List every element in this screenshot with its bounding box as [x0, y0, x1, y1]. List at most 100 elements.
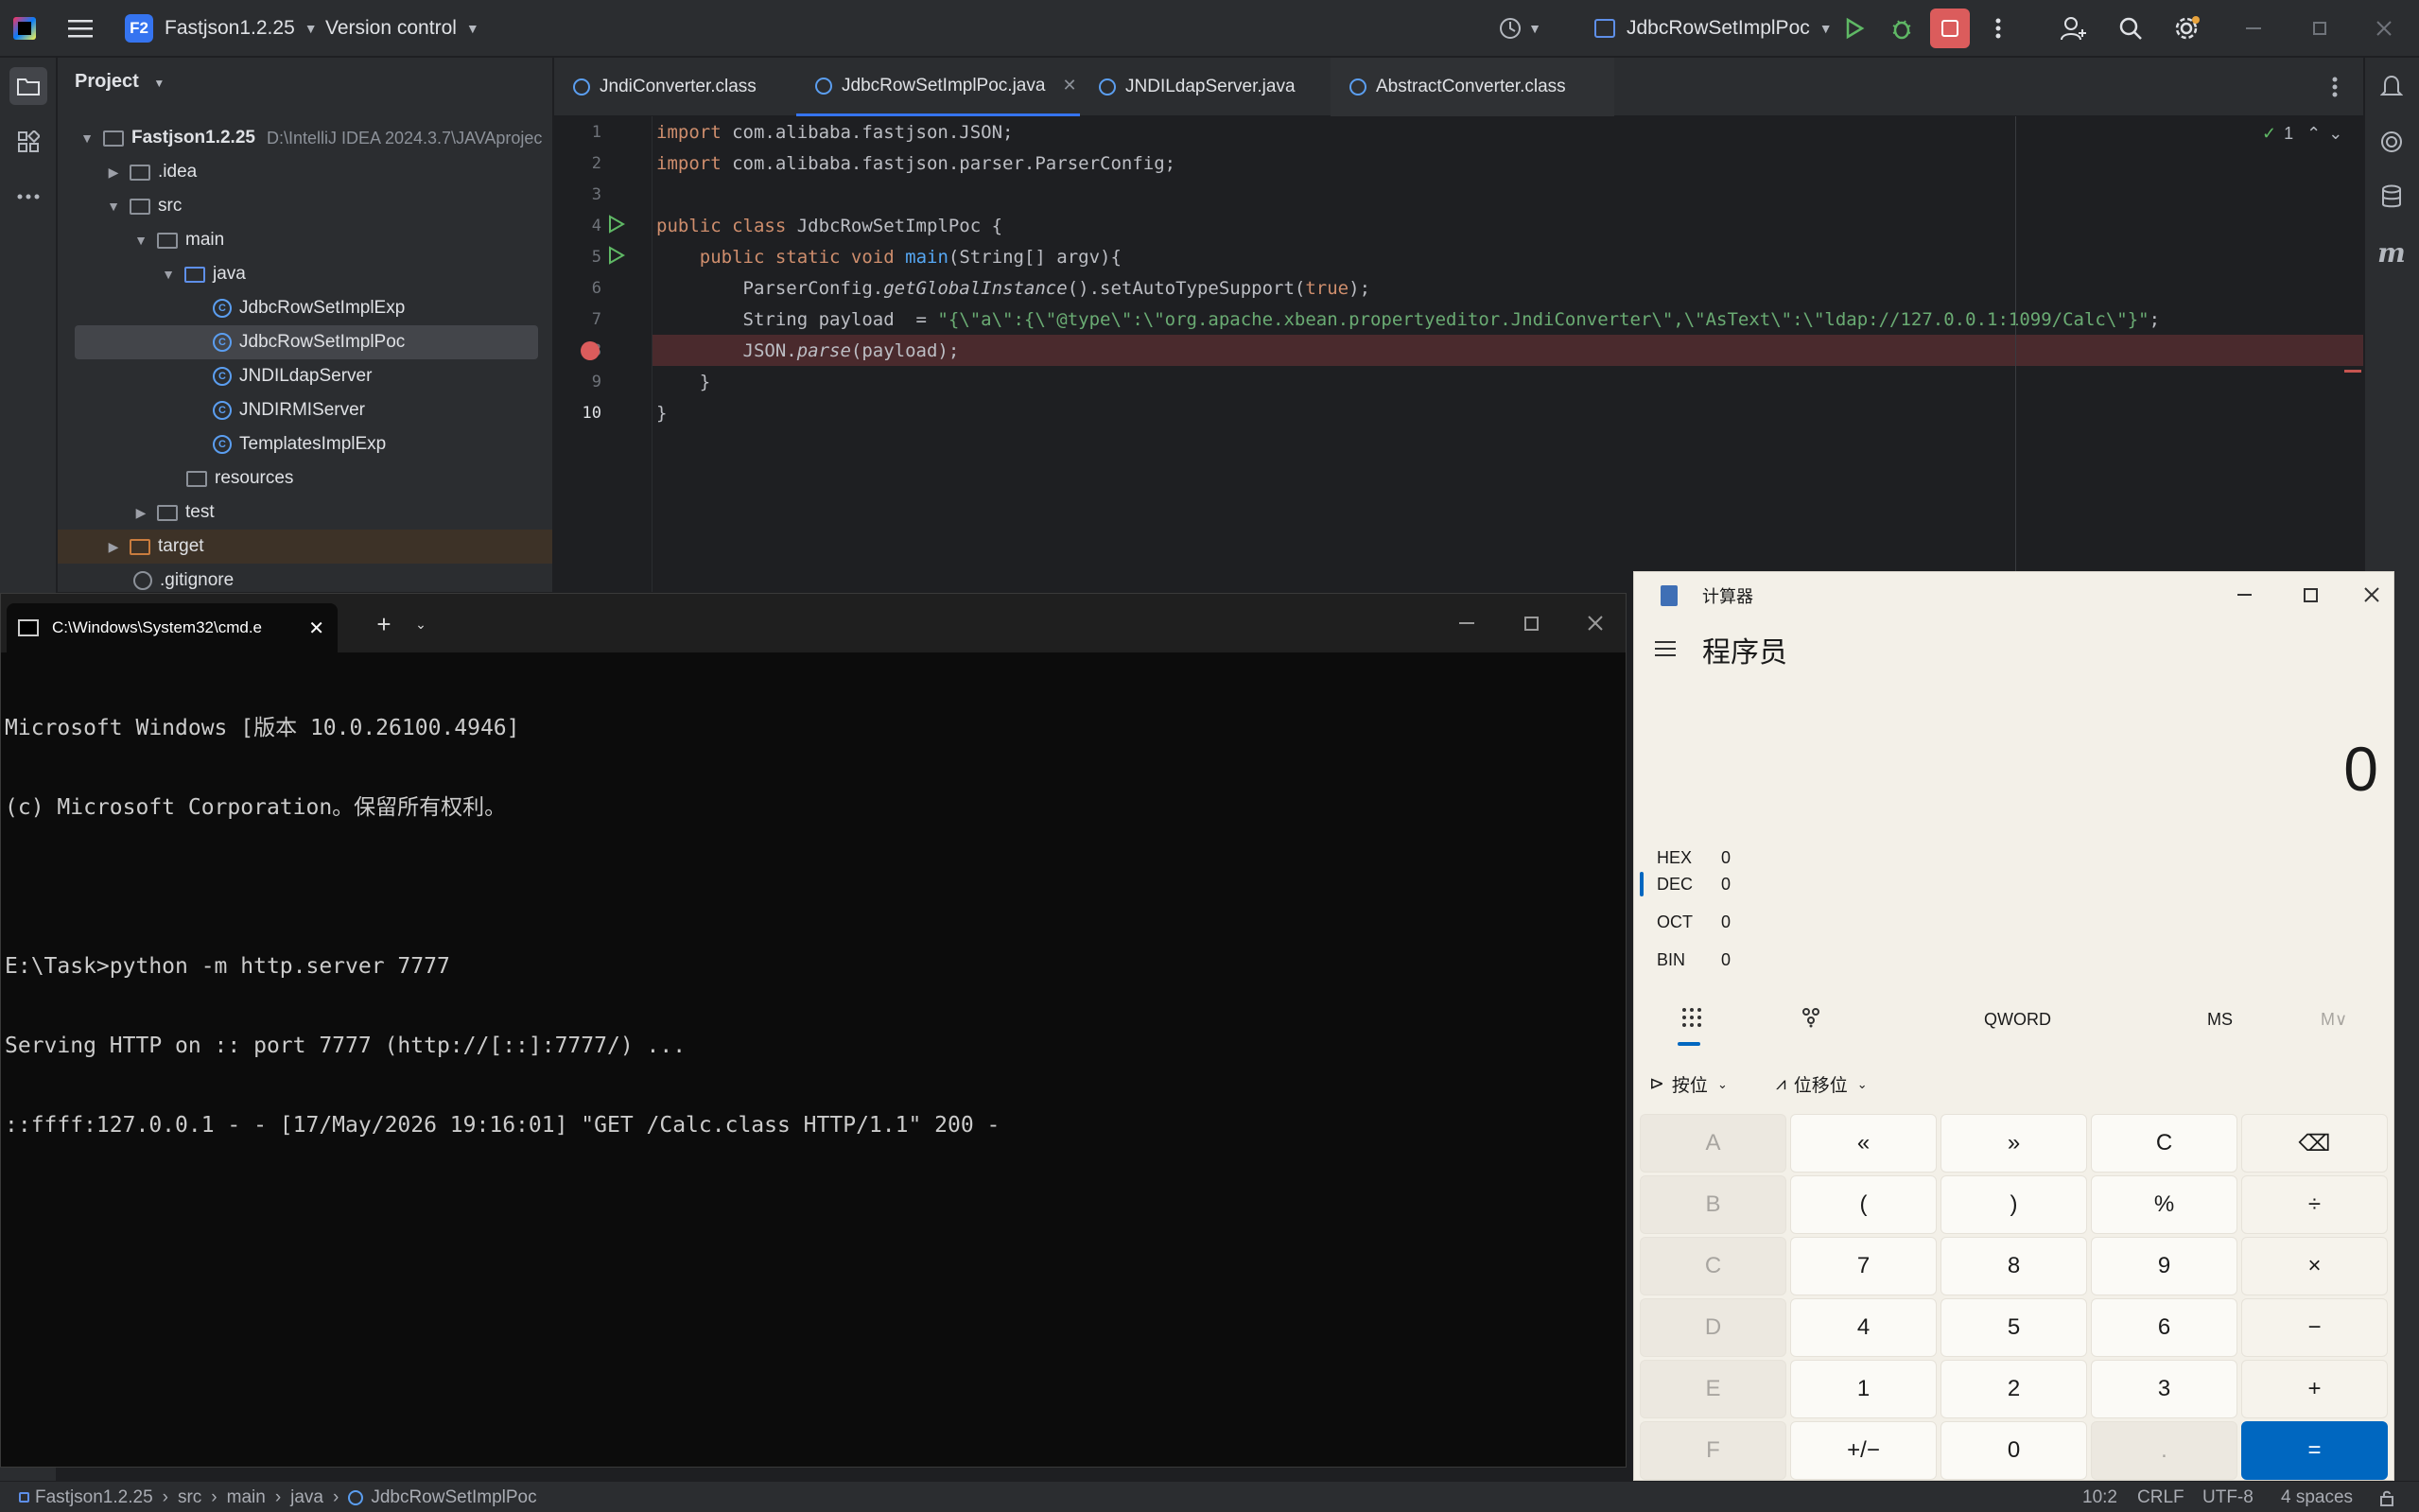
tree-item-src[interactable]: ▼ src: [103, 189, 182, 223]
tree-item-class[interactable]: C JdbcRowSetImplExp: [213, 291, 405, 325]
run-icon[interactable]: [1830, 0, 1877, 57]
full-keypad-icon[interactable]: [1681, 1007, 1702, 1034]
key-hex-b[interactable]: B: [1640, 1175, 1786, 1234]
key-add[interactable]: +: [2241, 1360, 2388, 1418]
key-divide[interactable]: ÷: [2241, 1175, 2388, 1234]
maximize-window-icon[interactable]: [2287, 578, 2334, 612]
key-4[interactable]: 4: [1790, 1298, 1937, 1357]
key-hex-f[interactable]: F: [1640, 1421, 1786, 1480]
more-actions-icon[interactable]: [1975, 0, 2022, 57]
key-hex-c[interactable]: C: [1640, 1237, 1786, 1295]
new-tab-plus-icon[interactable]: +: [365, 605, 403, 643]
caret-position[interactable]: 10:2: [2082, 1482, 2117, 1512]
terminal-output[interactable]: Microsoft Windows [版本 10.0.26100.4946] (…: [5, 662, 1000, 1191]
debug-icon[interactable]: [1878, 0, 1925, 57]
minimize-window-icon[interactable]: [2230, 0, 2277, 57]
lock-icon[interactable]: [2379, 1482, 2394, 1512]
key-1[interactable]: 1: [1790, 1360, 1937, 1418]
maximize-window-icon[interactable]: [1512, 594, 1550, 652]
tree-item-main[interactable]: ▼ main: [131, 223, 224, 257]
tabs-more-icon[interactable]: [2316, 58, 2354, 116]
key-backspace[interactable]: ⌫: [2241, 1114, 2388, 1173]
key-percent[interactable]: %: [2091, 1175, 2237, 1234]
code-editor[interactable]: 1 2 3 4 5 6 7 8 9 10 import com.alibaba.…: [554, 116, 2363, 592]
restore-window-icon[interactable]: [2296, 0, 2343, 57]
tree-item-resources[interactable]: resources: [186, 461, 293, 495]
breadcrumb-item[interactable]: Fastjson1.2.25: [35, 1487, 153, 1508]
key-decimal[interactable]: .: [2091, 1421, 2237, 1480]
inspection-widget[interactable]: ✓ 1 ⌃ ⌄: [2262, 124, 2342, 144]
project-tool-folder-icon[interactable]: [9, 67, 47, 105]
key-close-paren[interactable]: ): [1940, 1175, 2087, 1234]
key-8[interactable]: 8: [1940, 1237, 2087, 1295]
breakpoint-icon[interactable]: [581, 341, 600, 360]
line-ending-selector[interactable]: CRLF: [2137, 1482, 2184, 1512]
key-5[interactable]: 5: [1940, 1298, 2087, 1357]
minimize-window-icon[interactable]: [1448, 594, 1486, 652]
bitshift-dropdown[interactable]: ⩘ 位移位 ⌄: [1776, 1071, 1868, 1097]
breadcrumb-item[interactable]: java: [290, 1487, 323, 1508]
error-stripe-mark[interactable]: [2344, 370, 2361, 373]
memory-store-button[interactable]: MS: [2207, 1010, 2233, 1030]
key-hex-d[interactable]: D: [1640, 1298, 1786, 1357]
key-equals[interactable]: =: [2241, 1421, 2388, 1480]
indent-selector[interactable]: 4 spaces: [2281, 1482, 2353, 1512]
ai-assistant-spiral-icon[interactable]: [2373, 123, 2410, 161]
minimize-window-icon[interactable]: [2220, 578, 2268, 612]
tree-item-class[interactable]: C JNDILdapServer: [213, 359, 372, 393]
base-row-dec[interactable]: DEC 0: [1657, 870, 1731, 898]
stop-button[interactable]: [1926, 0, 1974, 57]
tree-item-test[interactable]: ▶ test: [131, 495, 215, 530]
tab-dropdown-chevron-icon[interactable]: ⌄: [404, 605, 438, 643]
tab-abstractconverter[interactable]: AbstractConverter.class: [1331, 58, 1614, 116]
tab-jndiconverter[interactable]: JndiConverter.class: [554, 58, 796, 116]
run-gutter-icon[interactable]: [606, 215, 626, 238]
notifications-bell-icon[interactable]: [2373, 67, 2410, 105]
memory-list-button[interactable]: M∨: [2321, 1010, 2347, 1030]
key-6[interactable]: 6: [2091, 1298, 2237, 1357]
key-7[interactable]: 7: [1790, 1237, 1937, 1295]
project-panel-title[interactable]: Project ▼: [75, 71, 165, 93]
structure-tool-icon[interactable]: [9, 123, 47, 161]
encoding-selector[interactable]: UTF-8: [2202, 1482, 2254, 1512]
tab-jdbcrowsetimplpoc[interactable]: JdbcRowSetImplPoc.java ✕: [796, 58, 1080, 116]
breadcrumb-item[interactable]: main: [227, 1487, 266, 1508]
base-row-hex[interactable]: HEX 0: [1657, 843, 1731, 872]
close-tab-icon[interactable]: ✕: [308, 617, 324, 640]
key-shift-left[interactable]: «: [1790, 1114, 1937, 1173]
close-window-icon[interactable]: [2360, 0, 2408, 57]
tree-item-module[interactable]: ▼ Fastjson1.2.25 D:\IntelliJ IDEA 2024.3…: [77, 121, 542, 155]
add-user-icon[interactable]: [2050, 0, 2097, 57]
key-hex-a[interactable]: A: [1640, 1114, 1786, 1173]
breadcrumb-item[interactable]: JdbcRowSetImplPoc: [371, 1487, 536, 1508]
key-2[interactable]: 2: [1940, 1360, 2087, 1418]
key-0[interactable]: 0: [1940, 1421, 2087, 1480]
key-hex-e[interactable]: E: [1640, 1360, 1786, 1418]
base-row-oct[interactable]: OCT 0: [1657, 908, 1731, 936]
key-open-paren[interactable]: (: [1790, 1175, 1937, 1234]
bit-toggle-keypad-icon[interactable]: [1801, 1007, 1821, 1034]
terminal-tab[interactable]: C:\Windows\System32\cmd.e ✕: [7, 603, 338, 652]
database-icon[interactable]: [2373, 178, 2410, 216]
maven-m-icon[interactable]: m: [2373, 234, 2410, 271]
base-row-bin[interactable]: BIN 0: [1657, 946, 1731, 974]
tree-item-class[interactable]: C TemplatesImplExp: [213, 427, 386, 461]
key-shift-right[interactable]: »: [1940, 1114, 2087, 1173]
tree-item-java[interactable]: ▼ java: [158, 257, 246, 291]
key-clear[interactable]: C: [2091, 1114, 2237, 1173]
tree-item-target[interactable]: ▶ target: [58, 530, 552, 564]
more-tools-icon[interactable]: [9, 178, 47, 216]
close-window-icon[interactable]: [2351, 578, 2393, 612]
run-config-selector[interactable]: JdbcRowSetImplPoc ▼: [1594, 0, 1833, 57]
run-gutter-icon[interactable]: [606, 246, 626, 269]
intellij-logo-icon[interactable]: [13, 0, 36, 57]
close-window-icon[interactable]: [1576, 594, 1614, 652]
key-multiply[interactable]: ×: [2241, 1237, 2388, 1295]
breadcrumb-item[interactable]: src: [178, 1487, 201, 1508]
chevron-up-icon[interactable]: ⌃: [2306, 124, 2321, 144]
tree-item-idea[interactable]: ▶ .idea: [103, 155, 198, 189]
project-switcher[interactable]: F2 Fastjson1.2.25 ▼: [125, 0, 318, 57]
key-subtract[interactable]: −: [2241, 1298, 2388, 1357]
tab-jndildapserver[interactable]: JNDILdapServer.java: [1080, 58, 1331, 116]
close-tab-icon[interactable]: ✕: [1062, 76, 1076, 96]
